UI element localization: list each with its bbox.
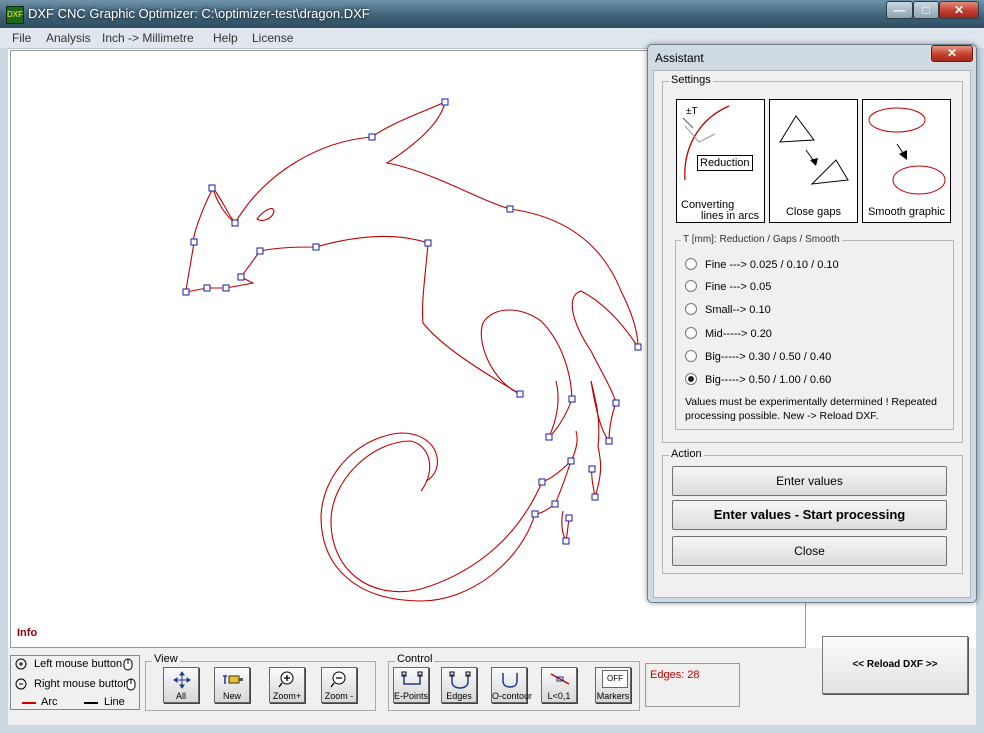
reduction-card-line2: lines in arcs (701, 210, 760, 222)
edges-count: Edges: 28 (650, 669, 700, 681)
window-close-button[interactable]: ✕ (939, 1, 979, 19)
tolerance-group-label: T [mm]: Reduction / Gaps / Smooth (681, 234, 842, 245)
radio-icon (685, 258, 697, 271)
mouse-icon (121, 656, 135, 672)
minimize-button[interactable]: — (886, 1, 913, 19)
left-mouse-label: Left mouse button (34, 658, 123, 670)
view-new-button[interactable]: New (214, 667, 250, 703)
edges-button[interactable]: Edges (441, 667, 477, 703)
info-label: Info (17, 627, 38, 639)
fit-all-icon (173, 671, 191, 689)
view-all-button[interactable]: All (163, 667, 199, 703)
option-label: Small--> 0.10 (705, 304, 771, 316)
menu-analysis[interactable]: Analysis (46, 31, 91, 45)
view-new-label: New (222, 691, 241, 701)
right-mouse-label: Right mouse button (34, 678, 130, 690)
paint-new-icon (223, 675, 243, 684)
arc-legend-label: Arc (41, 696, 58, 708)
option-big-050[interactable]: Big-----> 0.50 / 1.00 / 0.60 (685, 373, 832, 386)
assistant-close-icon[interactable]: ✕ (931, 45, 973, 62)
smooth-graphic-icon (868, 107, 946, 195)
radio-icon (685, 350, 697, 363)
option-label: Big-----> 0.50 / 1.00 / 0.60 (705, 374, 832, 386)
settings-group-label: Settings (669, 74, 713, 86)
window-frame-right (976, 48, 984, 733)
zoom-out-label: Zoom - (324, 691, 354, 701)
close-gaps-icon (779, 115, 849, 185)
start-processing-button[interactable]: Enter values - Start processing (672, 500, 947, 530)
menu-units[interactable]: Inch -> Millimetre (102, 31, 194, 45)
tolerance-label: ±T (686, 106, 698, 117)
short-line-button[interactable]: L<0,1 (541, 667, 577, 703)
zoom-out-button[interactable]: Zoom - (321, 667, 357, 703)
zoom-in-label: Zoom+ (272, 691, 302, 701)
option-label: Big-----> 0.30 / 0.50 / 0.40 (705, 351, 832, 363)
arc-legend-swatch (22, 702, 36, 704)
reduction-badge: Reduction (697, 155, 753, 171)
zoom-in-icon (278, 671, 294, 688)
view-group-label: View (152, 653, 180, 665)
menu-file[interactable]: File (12, 31, 31, 45)
markers-label: Markers (596, 691, 630, 701)
open-contour-label: O-contour (492, 691, 533, 701)
option-mid[interactable]: Mid-----> 0.20 (685, 327, 772, 340)
edges-icon (449, 671, 471, 689)
option-small[interactable]: Small--> 0.10 (685, 303, 771, 316)
radio-icon (685, 303, 697, 316)
radio-checked-icon (685, 373, 697, 386)
end-points-label: E-Points (394, 691, 429, 701)
reload-dxf-button[interactable]: << Reload DXF >> (822, 636, 968, 694)
radio-icon (685, 280, 697, 293)
assistant-title: Assistant (655, 51, 704, 65)
short-line-label: L<0,1 (547, 691, 571, 701)
short-line-icon (550, 673, 570, 685)
reduction-card[interactable]: ±T Reduction Converting lines in arcs (676, 99, 765, 223)
open-contour-icon (502, 673, 518, 688)
zoom-out-icon (330, 671, 346, 688)
smooth-graphic-label: Smooth graphic (867, 206, 946, 218)
end-points-icon (401, 671, 423, 685)
control-group-label: Control (395, 653, 435, 665)
option-big-030[interactable]: Big-----> 0.30 / 0.50 / 0.40 (685, 350, 832, 363)
markers-icon: OFF (602, 670, 628, 688)
menu-license[interactable]: License (252, 31, 293, 45)
close-gaps-label: Close gaps (785, 206, 842, 218)
window-title: DXF CNC Graphic Optimizer: C:\optimizer-… (28, 6, 370, 21)
zoom-in-button[interactable]: Zoom+ (269, 667, 305, 703)
option-label: Fine ---> 0.025 / 0.10 / 0.10 (705, 259, 839, 271)
menu-help[interactable]: Help (213, 31, 238, 45)
smooth-graphic-card[interactable]: Smooth graphic (862, 99, 951, 223)
line-legend-swatch (84, 702, 98, 704)
assistant-note: Values must be experimentally determined… (685, 396, 937, 422)
mouse-icon (124, 676, 138, 692)
option-label: Fine ---> 0.05 (705, 281, 772, 293)
radio-icon (685, 327, 697, 340)
close-gaps-card[interactable]: Close gaps (769, 99, 858, 223)
maximize-button[interactable]: □ (913, 1, 939, 19)
option-fine-0025[interactable]: Fine ---> 0.025 / 0.10 / 0.10 (685, 258, 839, 271)
zoom-out-mouse-icon (14, 677, 28, 691)
assistant-close-button[interactable]: Close (672, 536, 947, 566)
window-frame-bottom (0, 725, 984, 733)
action-group-label: Action (669, 448, 704, 460)
end-points-button[interactable]: E-Points (393, 667, 429, 703)
app-icon: DXF (6, 6, 24, 24)
view-all-label: All (175, 691, 186, 701)
zoom-in-mouse-icon (14, 657, 28, 671)
enter-values-button[interactable]: Enter values (672, 466, 947, 496)
open-contour-button[interactable]: O-contour (491, 667, 533, 703)
edges-label: Edges (446, 691, 472, 701)
option-fine-005[interactable]: Fine ---> 0.05 (685, 280, 772, 293)
markers-button[interactable]: OFF Markers (595, 667, 631, 703)
line-legend-label: Line (104, 696, 125, 708)
option-label: Mid-----> 0.20 (705, 328, 772, 340)
window-frame-left (0, 48, 8, 733)
